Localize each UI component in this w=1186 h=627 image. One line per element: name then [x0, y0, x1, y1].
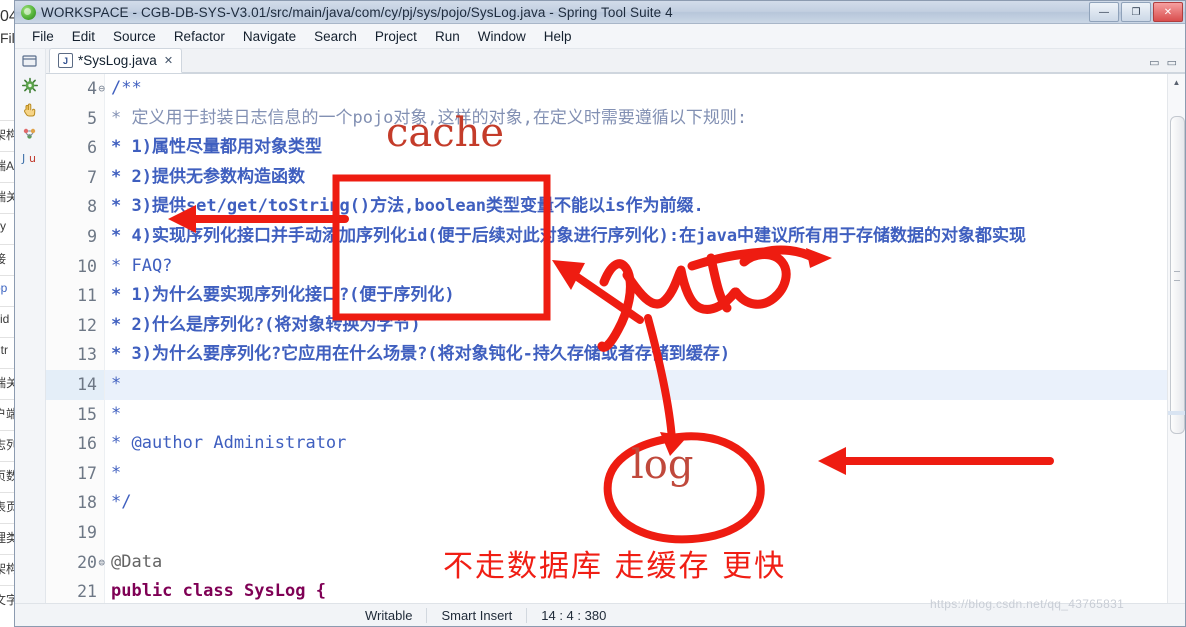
scroll-marker: [1168, 411, 1185, 415]
line-number-gutter: 4⊖567891011121314151617181920⊜212223: [46, 74, 105, 626]
package-explorer-icon[interactable]: [21, 53, 39, 70]
maximize-button[interactable]: ❐: [1121, 2, 1151, 22]
code-line[interactable]: *: [105, 459, 1167, 489]
tab-label: *SysLog.java: [78, 53, 157, 68]
code-line[interactable]: * @author Administrator: [105, 429, 1167, 459]
line-number: 15: [77, 404, 97, 424]
background-clipped-text: ntr: [0, 343, 9, 357]
menu-item-run[interactable]: Run: [426, 27, 469, 46]
watermark-text: https://blog.csdn.net/qq_43765831: [930, 597, 1125, 611]
window-controls: — ❐ ✕: [1089, 2, 1183, 22]
spring-boot-dashboard-icon[interactable]: [21, 77, 39, 94]
spring-leaf-icon: [21, 4, 36, 20]
line-number: 17: [77, 463, 97, 483]
line-number: 6: [87, 138, 97, 158]
close-button[interactable]: ✕: [1153, 2, 1183, 22]
editor-tab-row: J *SysLog.java ✕ ▭ ▭: [46, 48, 1185, 74]
code-editor-area[interactable]: 4⊖567891011121314151617181920⊜212223 /**…: [46, 74, 1185, 626]
title-bar: WORKSPACE - CGB-DB-SYS-V3.01/src/main/ja…: [15, 1, 1185, 24]
background-clipped-text: pp: [0, 281, 8, 295]
svg-text:u: u: [29, 152, 36, 165]
code-line[interactable]: [105, 518, 1167, 548]
code-line[interactable]: * 2)什么是序列化?(将对象转换为字节): [105, 311, 1167, 341]
line-number: 11: [77, 286, 97, 306]
code-line[interactable]: * 4)实现序列化接口并手动添加序列化id(便于后续对此对象进行序列化):在ja…: [105, 222, 1167, 252]
tab-close-icon[interactable]: ✕: [164, 54, 173, 67]
junit-icon[interactable]: J u: [21, 149, 39, 166]
view-minimize-maximize-icons[interactable]: ▭ ▭: [1149, 56, 1179, 69]
code-line[interactable]: */: [105, 488, 1167, 518]
line-number: 16: [77, 434, 97, 454]
menu-item-project[interactable]: Project: [366, 27, 426, 46]
menu-item-help[interactable]: Help: [535, 27, 581, 46]
tab-syslog-java[interactable]: J *SysLog.java ✕: [49, 48, 183, 73]
editor-column: J *SysLog.java ✕ ▭ ▭ 4 ⊖ 5 6 7 8 9 10 11 12 13 14 15…: [46, 48, 1185, 626]
line-number: 7: [87, 167, 97, 187]
menu-item-refactor[interactable]: Refactor: [165, 27, 234, 46]
code-fold-icon[interactable]: ⊜: [94, 557, 105, 568]
code-line[interactable]: * FAQ?: [105, 252, 1167, 282]
code-line[interactable]: * 3)为什么要序列化?它应用在什么场景?(将对象钝化-持久存储或者存储到缓存): [105, 340, 1167, 370]
hand-pointer-icon[interactable]: [21, 101, 39, 118]
left-icon-toolbar: J u: [15, 49, 46, 626]
code-line[interactable]: /**: [105, 74, 1167, 104]
java-file-icon: J: [58, 53, 73, 68]
code-text[interactable]: /** * 定义用于封装日志信息的一个pojo对象,这样的对象,在定义时需要遵循…: [105, 74, 1167, 626]
svg-text:J: J: [21, 152, 25, 165]
menu-item-file[interactable]: File: [23, 27, 63, 46]
status-writable: Writable: [365, 607, 413, 623]
background-clipped-text: 接: [0, 252, 7, 266]
menu-item-edit[interactable]: Edit: [63, 27, 104, 46]
line-number: 12: [77, 315, 97, 335]
line-number: 20 ⊜: [77, 552, 105, 572]
menu-item-navigate[interactable]: Navigate: [234, 27, 305, 46]
code-line[interactable]: * 定义用于封装日志信息的一个pojo对象,这样的对象,在定义时需要遵循以下规则…: [105, 104, 1167, 134]
menu-item-search[interactable]: Search: [305, 27, 366, 46]
code-line[interactable]: * 1)为什么要实现序列化接口?(便于序列化): [105, 281, 1167, 311]
window-title: WORKSPACE - CGB-DB-SYS-V3.01/src/main/ja…: [41, 4, 673, 20]
minimize-button[interactable]: —: [1089, 2, 1119, 22]
team-sync-icon[interactable]: [21, 125, 39, 142]
line-number: 19: [77, 522, 97, 542]
code-fold-icon[interactable]: ⊖: [94, 83, 105, 94]
line-number: 13: [77, 345, 97, 365]
scroll-up-arrow-icon[interactable]: ▲: [1168, 74, 1185, 90]
background-clipped-text: 端A: [0, 159, 15, 173]
line-number: 5: [87, 108, 97, 128]
menu-item-source[interactable]: Source: [104, 27, 165, 46]
status-insert-mode: Smart Insert: [426, 607, 526, 623]
line-number: 9: [87, 226, 97, 246]
background-clipped-text: vid: [0, 312, 10, 326]
line-number: 10: [77, 256, 97, 276]
code-line[interactable]: *: [105, 400, 1167, 430]
status-cursor-position: 14 : 4 : 380: [526, 607, 620, 623]
menu-item-window[interactable]: Window: [469, 27, 535, 46]
vertical-scrollbar[interactable]: ▲ ▼: [1167, 74, 1185, 626]
background-clipped-text: ity: [0, 219, 6, 233]
line-number: 8: [87, 197, 97, 217]
code-line[interactable]: *: [105, 369, 1167, 400]
menu-bar: File Edit Source Refactor Navigate Searc…: [15, 24, 1185, 49]
line-number: 18: [77, 493, 97, 513]
spring-tool-suite-window: WORKSPACE - CGB-DB-SYS-V3.01/src/main/ja…: [14, 0, 1186, 627]
line-number: 14: [46, 369, 104, 400]
code-line[interactable]: * 3)提供set/get/toString()方法,boolean类型变量不能…: [105, 192, 1167, 222]
tab-row-filler: [182, 49, 1185, 73]
code-line[interactable]: * 2)提供无参数构造函数: [105, 163, 1167, 193]
code-line[interactable]: * 1)属性尽量都用对象类型: [105, 133, 1167, 163]
vertical-scroll-thumb[interactable]: [1170, 116, 1185, 434]
line-number: 4 ⊖: [87, 79, 105, 98]
code-line[interactable]: @Data: [105, 548, 1167, 578]
